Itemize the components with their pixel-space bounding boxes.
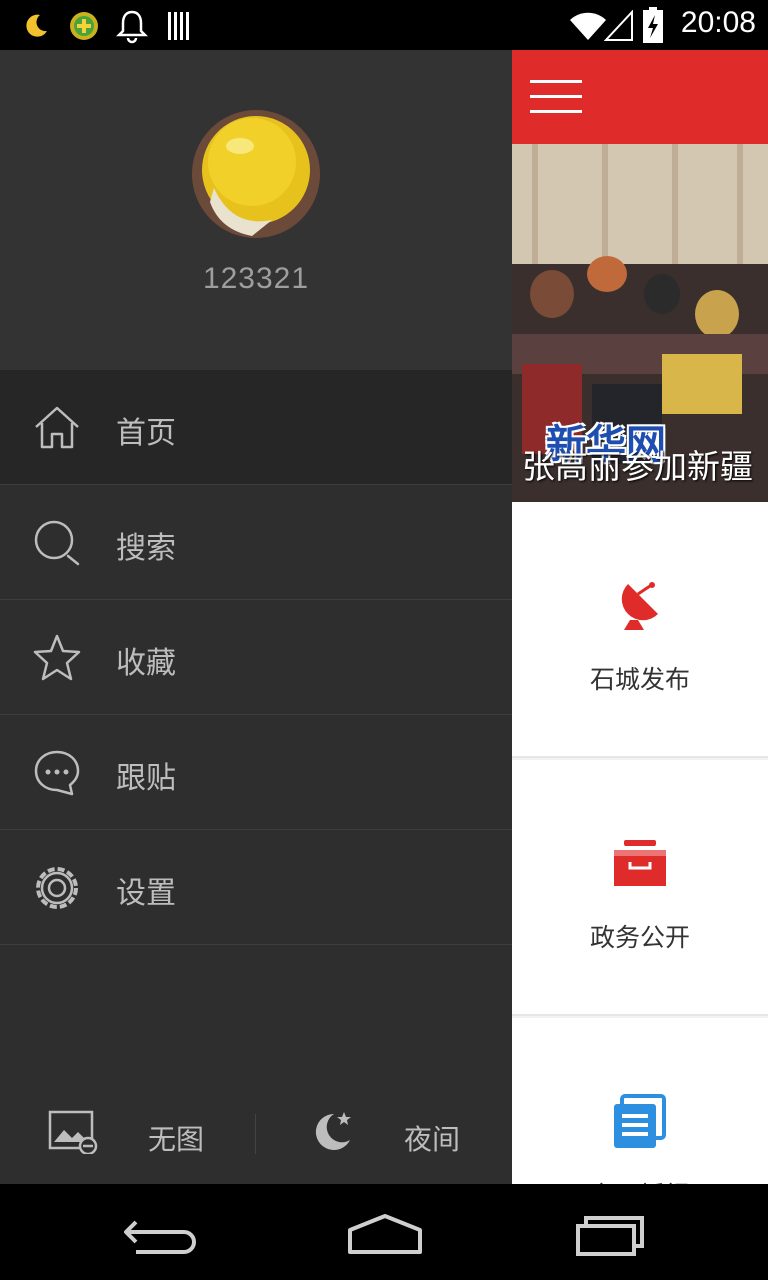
app-badge-icon — [70, 12, 98, 40]
document-list-icon — [614, 1094, 666, 1148]
navigation-drawer: 123321 首页 搜索 收藏 跟贴 设置 无图 夜间 — [0, 50, 512, 1184]
menu-item-favorites[interactable]: 收藏 — [0, 600, 512, 715]
night-label: 夜间 — [404, 1123, 461, 1156]
tile-label: 石城发布 — [589, 665, 690, 694]
home-icon — [35, 406, 79, 449]
signal-icon — [604, 10, 633, 41]
status-bar: 20:08 — [0, 0, 768, 50]
profile-header: 123321 — [0, 50, 512, 370]
clock: 20:08 — [680, 6, 756, 39]
headline-banner[interactable]: 新华网 张高丽参加新疆 — [512, 144, 768, 502]
menu-icon[interactable] — [530, 78, 584, 116]
footer-divider — [255, 1114, 256, 1154]
menu-label-favorites: 收藏 — [116, 646, 176, 681]
battery-charging-icon — [643, 7, 663, 43]
tile-government-affairs[interactable]: 政务公开 — [512, 760, 768, 1016]
bell-icon — [115, 10, 149, 44]
menu-item-comments[interactable]: 跟贴 — [0, 715, 512, 830]
night-moon-icon — [315, 1112, 351, 1150]
menu-item-home[interactable]: 首页 — [0, 370, 512, 485]
drawer-footer: 无图 夜间 — [0, 1084, 512, 1184]
home-nav-icon[interactable] — [330, 1204, 440, 1260]
search-icon — [34, 520, 80, 566]
app-toolbar — [512, 50, 768, 144]
menu-label-search: 搜索 — [116, 531, 176, 566]
menu-label-comments: 跟贴 — [116, 761, 176, 796]
avatar[interactable] — [192, 110, 320, 238]
drawer-menu: 首页 搜索 收藏 跟贴 设置 — [0, 370, 512, 945]
no-image-toggle[interactable]: 无图 — [40, 1084, 240, 1184]
satellite-dish-icon — [621, 582, 658, 630]
username: 123321 — [202, 262, 310, 295]
avatar-image — [192, 110, 320, 238]
tile-shicheng-release[interactable]: 石城发布 — [512, 502, 768, 758]
tile-label: 专题播报 — [512, 1176, 768, 1184]
system-nav-bar — [0, 1184, 768, 1280]
no-image-label: 无图 — [148, 1123, 205, 1156]
menu-label-settings: 设置 — [116, 876, 176, 911]
star-icon — [33, 634, 81, 681]
moon-icon — [26, 14, 47, 37]
menu-label-home: 首页 — [116, 416, 176, 451]
main-content: 新华网 张高丽参加新疆 石城发布 政务公开 专题播报 — [512, 50, 768, 1184]
recents-icon[interactable] — [558, 1204, 668, 1260]
comment-icon — [34, 750, 80, 796]
wifi-icon — [570, 12, 606, 40]
night-mode-toggle[interactable]: 夜间 — [300, 1084, 480, 1184]
gear-icon — [36, 867, 78, 909]
menu-item-search[interactable]: 搜索 — [0, 485, 512, 600]
no-image-icon — [48, 1110, 98, 1154]
tile-label: 政务公开 — [589, 923, 690, 952]
barcode-icon — [168, 12, 189, 40]
banner-title: 张高丽参加新疆 — [522, 447, 753, 486]
tile-special-report[interactable]: 专题播报 — [512, 1018, 768, 1184]
inbox-tray-icon — [614, 840, 666, 886]
menu-item-settings[interactable]: 设置 — [0, 830, 512, 945]
back-icon[interactable] — [106, 1204, 216, 1260]
